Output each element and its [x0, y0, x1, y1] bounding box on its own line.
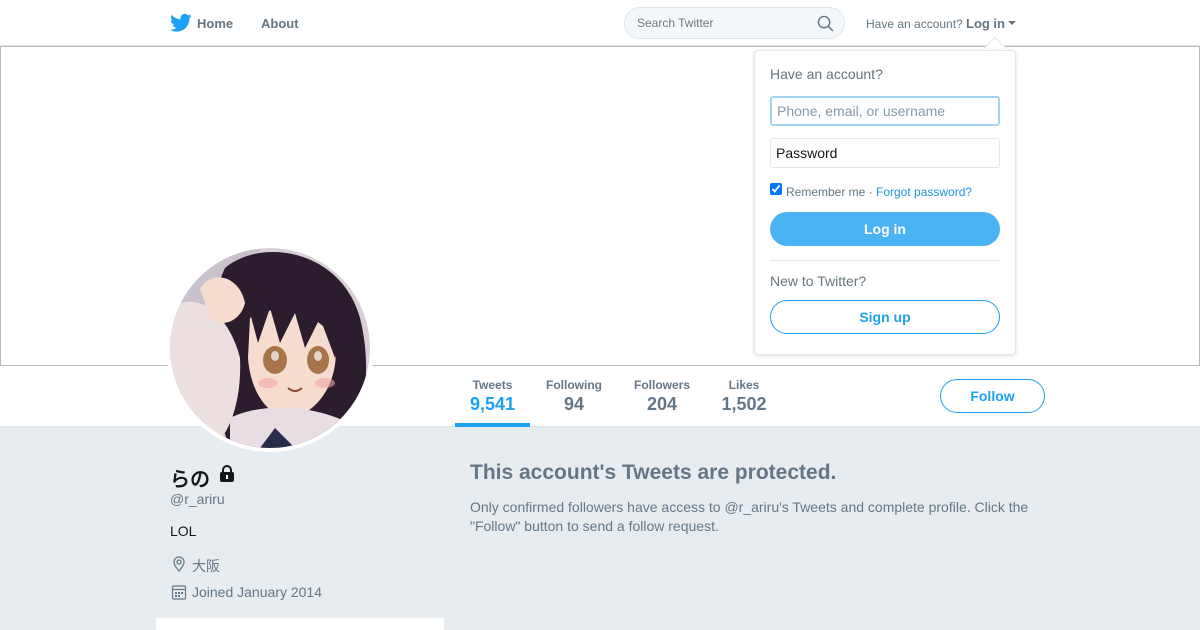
top-navigation: Home About Have an account? Log in — [0, 0, 1200, 46]
profile-handle[interactable]: @r_ariru — [170, 491, 225, 507]
stat-value: 1,502 — [721, 394, 767, 414]
protected-body: Only confirmed followers have access to … — [470, 499, 1029, 534]
search-input[interactable] — [637, 16, 807, 30]
stat-label: Tweets — [472, 378, 513, 392]
nav-home-link[interactable]: Home — [197, 16, 233, 31]
lock-icon — [220, 465, 234, 482]
search-box — [624, 7, 845, 39]
profile-bio: LOL — [170, 523, 197, 539]
remember-me-checkbox[interactable] — [770, 183, 782, 195]
location-pin-icon — [173, 556, 185, 572]
stat-label: Following — [546, 378, 602, 392]
search-icon[interactable] — [817, 15, 834, 32]
stat-value: 94 — [563, 394, 585, 414]
stat-value: 9,541 — [469, 394, 516, 414]
signup-button[interactable]: Sign up — [770, 300, 1000, 334]
calendar-icon — [171, 585, 187, 600]
protected-title: This account's Tweets are protected. — [470, 461, 837, 484]
twitter-bird-icon[interactable] — [170, 13, 192, 33]
password-field[interactable] — [770, 138, 1000, 168]
stat-following[interactable]: Following 94 — [540, 378, 608, 415]
stat-tweets[interactable]: Tweets 9,541 — [455, 378, 530, 415]
forgot-password-link[interactable]: Forgot password? — [876, 185, 972, 199]
active-tab-underline — [455, 423, 530, 427]
follow-button[interactable]: Follow — [940, 379, 1045, 413]
login-dropdown: Have an account? Remember me · Forgot pa… — [754, 50, 1016, 355]
stat-likes[interactable]: Likes 1,502 — [716, 378, 772, 415]
remember-me-label[interactable]: Remember me · — [786, 185, 873, 199]
stat-value: 204 — [646, 394, 678, 414]
new-to-twitter-text: New to Twitter? — [770, 273, 867, 289]
avatar[interactable] — [166, 244, 374, 452]
login-button[interactable]: Log in — [770, 212, 1000, 246]
profile-location: 大阪 — [192, 558, 220, 574]
login-dropdown-toggle[interactable]: Log in — [966, 16, 1005, 31]
dropdown-divider — [770, 260, 1000, 261]
profile-joined-date: Joined January 2014 — [192, 584, 322, 600]
dropdown-title: Have an account? — [770, 66, 883, 82]
stat-label: Followers — [633, 378, 690, 392]
nav-about-link[interactable]: About — [261, 16, 299, 31]
caret-down-icon[interactable] — [1008, 21, 1016, 25]
profile-name: らの — [170, 469, 210, 491]
avatar-image — [170, 248, 370, 448]
have-account-text: Have an account? — [866, 17, 963, 31]
username-field[interactable] — [770, 96, 1000, 126]
stat-followers[interactable]: Followers 204 — [627, 378, 697, 415]
stat-label: Likes — [728, 378, 760, 392]
left-sidebar-card — [156, 618, 444, 630]
